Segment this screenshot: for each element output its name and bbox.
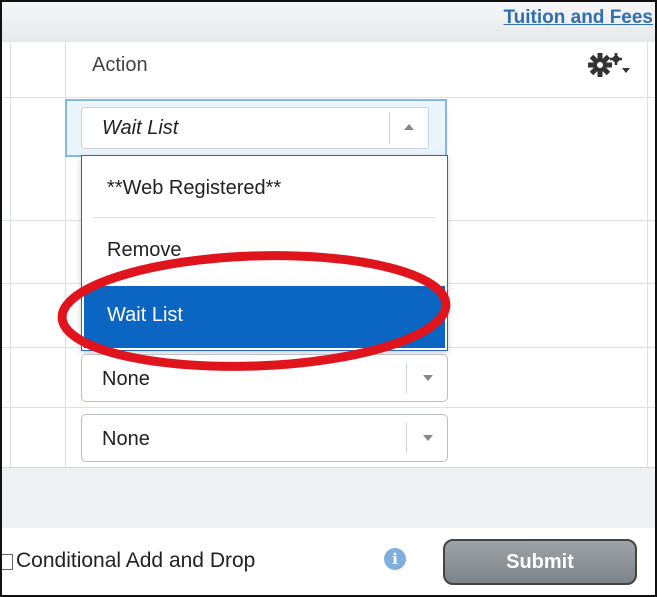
column-divider <box>647 42 648 467</box>
option-label: Remove <box>107 239 182 261</box>
option-label: **Web Registered** <box>107 177 282 199</box>
select-separator <box>406 363 407 393</box>
action-select-open[interactable]: Wait List <box>65 99 447 157</box>
select-separator <box>406 423 407 453</box>
conditional-add-drop-checkbox[interactable] <box>2 554 13 570</box>
dropdown-option-remove[interactable]: Remove <box>93 220 436 280</box>
conditional-add-drop-label: Conditional Add and Drop <box>16 549 256 572</box>
action-footer: Conditional Add and Drop i Submit <box>2 528 655 595</box>
registration-panel: Tuition and Fees Action Wait List **Web … <box>0 0 657 597</box>
chevron-down-icon[interactable] <box>423 435 433 441</box>
row-divider <box>2 407 655 408</box>
gear-icon[interactable] <box>586 51 632 79</box>
select-separator <box>389 112 390 144</box>
action-select[interactable]: None <box>81 414 448 462</box>
action-select[interactable]: None <box>81 354 448 402</box>
tuition-and-fees-link[interactable]: Tuition and Fees <box>503 7 653 29</box>
chevron-down-icon <box>622 68 630 73</box>
select-value: None <box>102 368 150 390</box>
action-column-header: Action <box>92 54 148 76</box>
registration-table: Action Wait List **Web Registered** Remo… <box>2 42 655 467</box>
submit-button[interactable]: Submit <box>443 539 637 585</box>
chevron-up-icon[interactable] <box>404 124 414 130</box>
info-icon[interactable]: i <box>384 548 406 570</box>
header-bar: Tuition and Fees <box>2 2 655 43</box>
action-dropdown-list: **Web Registered** Remove Wait List <box>81 155 448 351</box>
dropdown-option-web-registered[interactable]: **Web Registered** <box>93 158 436 218</box>
row-divider <box>2 97 655 98</box>
column-divider <box>10 42 11 467</box>
table-footer-strip <box>2 467 655 529</box>
dropdown-option-wait-list[interactable]: Wait List <box>84 286 445 348</box>
option-label: Wait List <box>107 304 183 326</box>
select-value: None <box>102 428 150 450</box>
chevron-down-icon[interactable] <box>423 375 433 381</box>
action-select-field[interactable]: Wait List <box>81 107 429 149</box>
action-select-value: Wait List <box>102 117 179 139</box>
